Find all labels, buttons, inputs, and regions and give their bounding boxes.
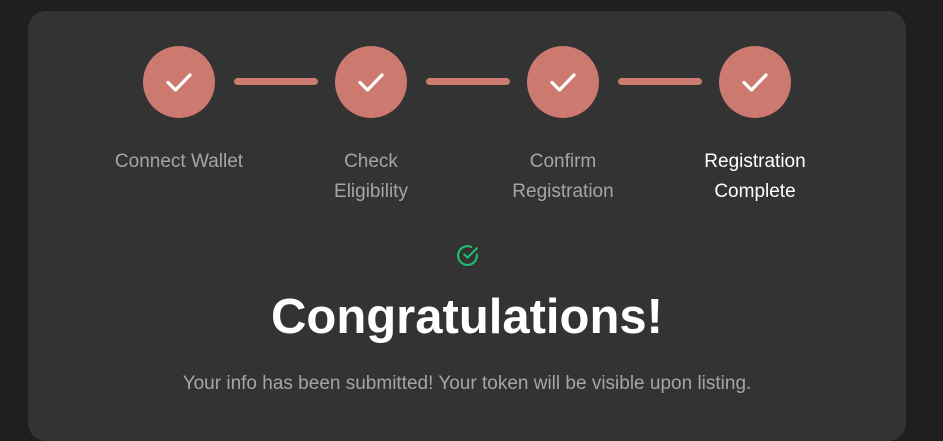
step-label-active: Registration Complete xyxy=(675,147,835,207)
step-label-line1: Registration xyxy=(704,151,806,172)
success-message: Your info has been submitted! Your token… xyxy=(182,373,752,394)
step-label-line2: Complete xyxy=(714,181,796,202)
step-registration-complete: Registration Complete xyxy=(675,46,835,207)
check-circle-icon xyxy=(457,245,478,266)
step-label-line1: Connect Wallet xyxy=(114,151,244,172)
step-complete-circle xyxy=(143,46,215,118)
step-label: Connect Wallet xyxy=(99,147,259,177)
step-check-eligibility: Check Eligibility xyxy=(291,46,451,207)
step-label-line2: Registration xyxy=(512,181,614,202)
step-label-line2: Eligibility xyxy=(334,181,408,202)
success-title: Congratulations! xyxy=(271,290,663,344)
check-icon xyxy=(358,73,384,92)
step-complete-circle xyxy=(335,46,407,118)
step-connect-wallet: Connect Wallet xyxy=(99,46,259,177)
step-label-line1: Confirm xyxy=(529,151,597,172)
step-label-line1: Check xyxy=(344,151,398,172)
step-complete-circle xyxy=(719,46,791,118)
registration-card: Connect Wallet Check Eligibility Confirm… xyxy=(28,11,906,441)
check-icon xyxy=(742,73,768,92)
check-icon xyxy=(166,73,192,92)
step-confirm-registration: Confirm Registration xyxy=(483,46,643,207)
check-icon xyxy=(550,73,576,92)
step-label: Confirm Registration xyxy=(483,147,643,207)
step-label: Check Eligibility xyxy=(291,147,451,207)
step-complete-circle xyxy=(527,46,599,118)
